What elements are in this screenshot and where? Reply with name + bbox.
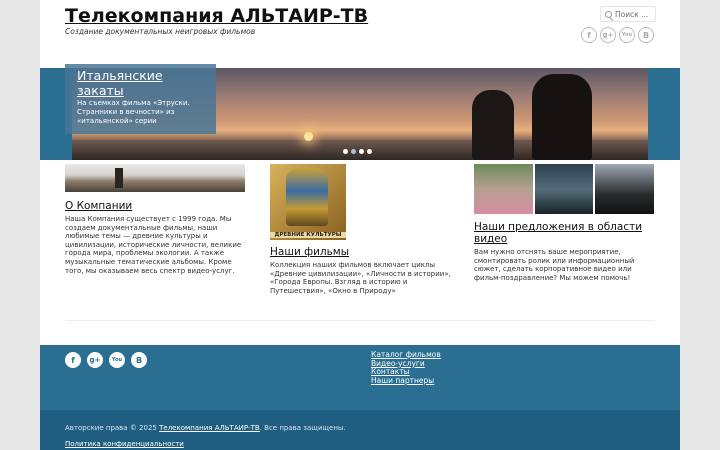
films-image-label: ДРЕВНИЕ КУЛЬТУРЫ (270, 232, 346, 238)
privacy-policy-link[interactable]: Политика конфиденциальности (65, 440, 184, 448)
site-title-link[interactable]: Телекомпания АЛЬТАИР-ТВ (65, 5, 368, 27)
films-image[interactable]: ДРЕВНИЕ КУЛЬТУРЫ (270, 164, 346, 240)
youtube-icon[interactable]: You (109, 352, 125, 368)
slider-caption: Итальянские закаты На съемках фильма «Эт… (65, 64, 216, 134)
header-social-icons: f g+ You B (581, 27, 654, 43)
company-image (65, 164, 245, 192)
copyright-link[interactable]: Телекомпания АЛЬТАИР-ТВ (159, 424, 260, 432)
offers-image (474, 164, 655, 214)
column-company: О Компании Наша Компания существует с 19… (65, 164, 247, 275)
offers-heading[interactable]: Наши предложения в области видео (474, 221, 656, 245)
googleplus-icon[interactable]: g+ (600, 27, 616, 43)
slider-dot-2[interactable] (351, 149, 356, 154)
slider-dot-1[interactable] (343, 149, 348, 154)
slider-dot-3[interactable] (359, 149, 364, 154)
footer-bottom: Авторские права © 2025 Телекомпания АЛЬТ… (40, 410, 680, 450)
slider-dot-4[interactable] (367, 149, 372, 154)
content-divider (65, 320, 655, 321)
copyright: Авторские права © 2025 Телекомпания АЛЬТ… (65, 424, 346, 432)
search-placeholder: Поиск ... (615, 10, 649, 19)
youtube-icon[interactable]: You (619, 27, 635, 43)
search-input[interactable]: Поиск ... (600, 6, 656, 22)
column-offers: Наши предложения в области видео Вам нуж… (474, 164, 656, 282)
footer-link-partners[interactable]: Наши партнеры (371, 376, 441, 386)
slider-caption-title[interactable]: Итальянские закаты (77, 68, 210, 98)
search-icon (605, 11, 612, 18)
facebook-icon[interactable]: f (65, 352, 81, 368)
slider-caption-text: На съемках фильма «Этруски. Странники в … (77, 99, 190, 125)
facebook-icon[interactable]: f (581, 27, 597, 43)
films-heading[interactable]: Наши фильмы (270, 246, 452, 258)
company-text: Наша Компания существует с 1999 года. Мы… (65, 215, 242, 275)
vkontakte-icon[interactable]: B (131, 352, 147, 368)
footer-widgets: f g+ You B Каталог фильмов Видео-услуги … (40, 345, 680, 410)
slider-dots (343, 149, 372, 154)
googleplus-icon[interactable]: g+ (87, 352, 103, 368)
company-heading[interactable]: О Компании (65, 200, 247, 212)
films-text: Коллекция наших фильмов включает циклы «… (270, 261, 451, 295)
vkontakte-icon[interactable]: B (638, 27, 654, 43)
footer-menu: Каталог фильмов Видео-услуги Контакты На… (371, 350, 441, 386)
offers-text: Вам нужно отснять ваше мероприятие, смон… (474, 248, 635, 282)
column-films: ДРЕВНИЕ КУЛЬТУРЫ Наши фильмы Коллекция н… (270, 164, 452, 295)
footer-social-icons: f g+ You B (65, 352, 147, 368)
site-description: Создание документальных неигровых фильмо… (65, 27, 256, 36)
page: Телекомпания АЛЬТАИР-ТВ Создание докумен… (40, 0, 680, 450)
